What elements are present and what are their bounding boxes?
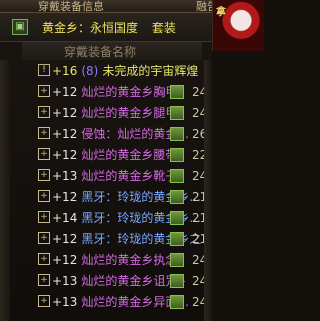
- upgrade-level: +12: [52, 148, 78, 162]
- equipment-item-name: 灿烂的黄金乡腿甲: [81, 106, 178, 120]
- equipment-name: +13 灿烂的黄金乡靴子: [52, 167, 177, 184]
- equipment-points: 215点: [192, 211, 204, 225]
- equipment-name: +12 侵蚀：灿烂的黄金...: [52, 125, 189, 142]
- table-row[interactable]: ++14黑牙：玲珑的黄金乡...215点: [10, 207, 204, 228]
- upgrade-level: +13: [52, 274, 78, 288]
- equip-slot-icon: +: [38, 127, 50, 139]
- equipment-points: 225点: [192, 148, 204, 162]
- equipment-grade-icon: [170, 169, 184, 183]
- equip-slot-icon: +: [38, 274, 50, 286]
- table-row[interactable]: ++13灿烂的黄金乡诅咒 - 245点: [10, 270, 204, 291]
- table-row[interactable]: ++12灿烂的黄金乡腰带 225点: [10, 144, 204, 165]
- set-name-row: ▣ 黄金乡：永恒国度 套装: [0, 13, 212, 42]
- equip-slot-icon: +: [38, 190, 50, 202]
- equipment-grade-icon: [170, 148, 184, 162]
- equipment-name: +13 灿烂的黄金乡诅咒 -: [52, 272, 185, 289]
- upgrade-level: +13: [52, 169, 78, 183]
- equipment-name: +12 灿烂的黄金乡腿甲: [52, 104, 177, 121]
- equip-slot-icon: +: [38, 169, 50, 181]
- equipment-item-name: 灿烂的黄金乡靴子: [81, 169, 178, 183]
- table-row[interactable]: ++12灿烂的黄金乡胸甲 245点: [10, 81, 204, 102]
- equipment-points: 245点: [192, 295, 204, 309]
- equipment-grade-icon: [170, 295, 184, 309]
- equipment-item-name: 灿烂的黄金乡执念: [81, 253, 178, 267]
- upgrade-level: +14: [52, 211, 78, 225]
- equipment-name: +12 灿烂的黄金乡执念: [52, 251, 177, 268]
- table-row[interactable]: ++13灿烂的黄金乡异面...245点: [10, 291, 204, 312]
- equipment-grade-icon: [170, 274, 184, 288]
- table-row[interactable]: ++12灿烂的黄金乡执念 245点: [10, 249, 204, 270]
- equipment-name: +13 灿烂的黄金乡异面...: [52, 293, 189, 310]
- table-row[interactable]: ++12黑牙：玲珑的黄金乡...215点: [10, 186, 204, 207]
- lock-icon: !: [38, 64, 50, 76]
- equipment-panel: ▣ 黄金乡：永恒国度 套装 穿戴装备名称 ! +16 (8) 未完成的宇宙辉煌 + +12…: [0, 13, 212, 321]
- equip-slot-icon: +: [38, 295, 50, 307]
- set-name: 黄金乡：永恒国度 套装: [42, 19, 176, 36]
- equip-slot-icon: +: [38, 106, 50, 118]
- equipment-item-name: 灿烂的黄金乡腰带: [81, 148, 178, 162]
- equipment-points: 215点: [192, 190, 204, 204]
- equipment-item-name: 未完成的宇宙辉煌: [102, 64, 199, 78]
- table-header: 穿戴装备名称: [22, 42, 202, 60]
- equipment-item-name: 灿烂的黄金乡胸甲: [81, 85, 178, 99]
- left-scrollbar[interactable]: [0, 60, 10, 321]
- equipment-name: +16 (8) 未完成的宇宙辉煌: [52, 62, 198, 79]
- table-row[interactable]: ++12黑牙：玲珑的黄金乡之...215点: [10, 228, 204, 249]
- upgrade-level: +12: [52, 106, 78, 120]
- equipment-grade-icon: [170, 211, 184, 225]
- character-avatar: 拿: [212, 0, 264, 51]
- table-row[interactable]: ++12灿烂的黄金乡腿甲 245点: [10, 102, 204, 123]
- table-row[interactable]: ++12侵蚀：灿烂的黄金...265点: [10, 123, 204, 144]
- equipment-points: 245点: [192, 106, 204, 120]
- set-name-text: 黄金乡：永恒国度: [42, 21, 139, 35]
- equipment-name: +12 灿烂的黄金乡腰带: [52, 146, 177, 163]
- equipment-points: 245点: [192, 169, 204, 183]
- table-header-label: 穿戴装备名称: [64, 45, 137, 59]
- equipment-points: 245点: [192, 274, 204, 288]
- equipment-points: 265点: [192, 127, 204, 141]
- table-row[interactable]: ! +16 (8) 未完成的宇宙辉煌: [10, 60, 204, 81]
- equipment-item-name: 黑牙：玲珑的黄金乡之...: [81, 232, 204, 246]
- upgrade-level: +12: [52, 127, 78, 141]
- upgrade-level: +12: [52, 232, 78, 246]
- equipment-grade-icon: [170, 106, 184, 120]
- right-scrollbar[interactable]: [204, 60, 212, 321]
- avatar-logo: 拿: [216, 7, 226, 18]
- equip-slot-icon: +: [38, 253, 50, 265]
- equipment-grade-icon: [170, 127, 184, 141]
- upgrade-level: +12: [52, 190, 78, 204]
- equipment-grade-icon: [170, 85, 184, 99]
- equip-slot-icon: +: [38, 211, 50, 223]
- equipment-points: 245点: [192, 85, 204, 99]
- equip-slot-icon: +: [38, 148, 50, 160]
- equipment-name: +12 灿烂的黄金乡胸甲: [52, 83, 177, 100]
- upgrade-level: +12: [52, 85, 78, 99]
- equipment-points: 245点: [192, 253, 204, 267]
- equip-slot-icon: +: [38, 232, 50, 244]
- set-tag: 套装: [151, 21, 176, 35]
- upgrade-level: +13: [52, 295, 78, 309]
- upgrade-level: +12: [52, 253, 78, 267]
- equipment-grade-icon: [170, 253, 184, 267]
- equip-slot-icon: +: [38, 85, 50, 97]
- enchant-level: (8): [81, 64, 99, 78]
- set-icon: ▣: [12, 19, 28, 35]
- upgrade-level: +16: [52, 64, 78, 78]
- window-title: 穿戴装备信息: [38, 0, 104, 13]
- table-row[interactable]: ++13灿烂的黄金乡靴子 245点: [10, 165, 204, 186]
- equipment-points: 215点: [192, 232, 204, 246]
- equipment-grade-icon: [170, 190, 184, 204]
- equipment-grade-icon: [170, 232, 184, 246]
